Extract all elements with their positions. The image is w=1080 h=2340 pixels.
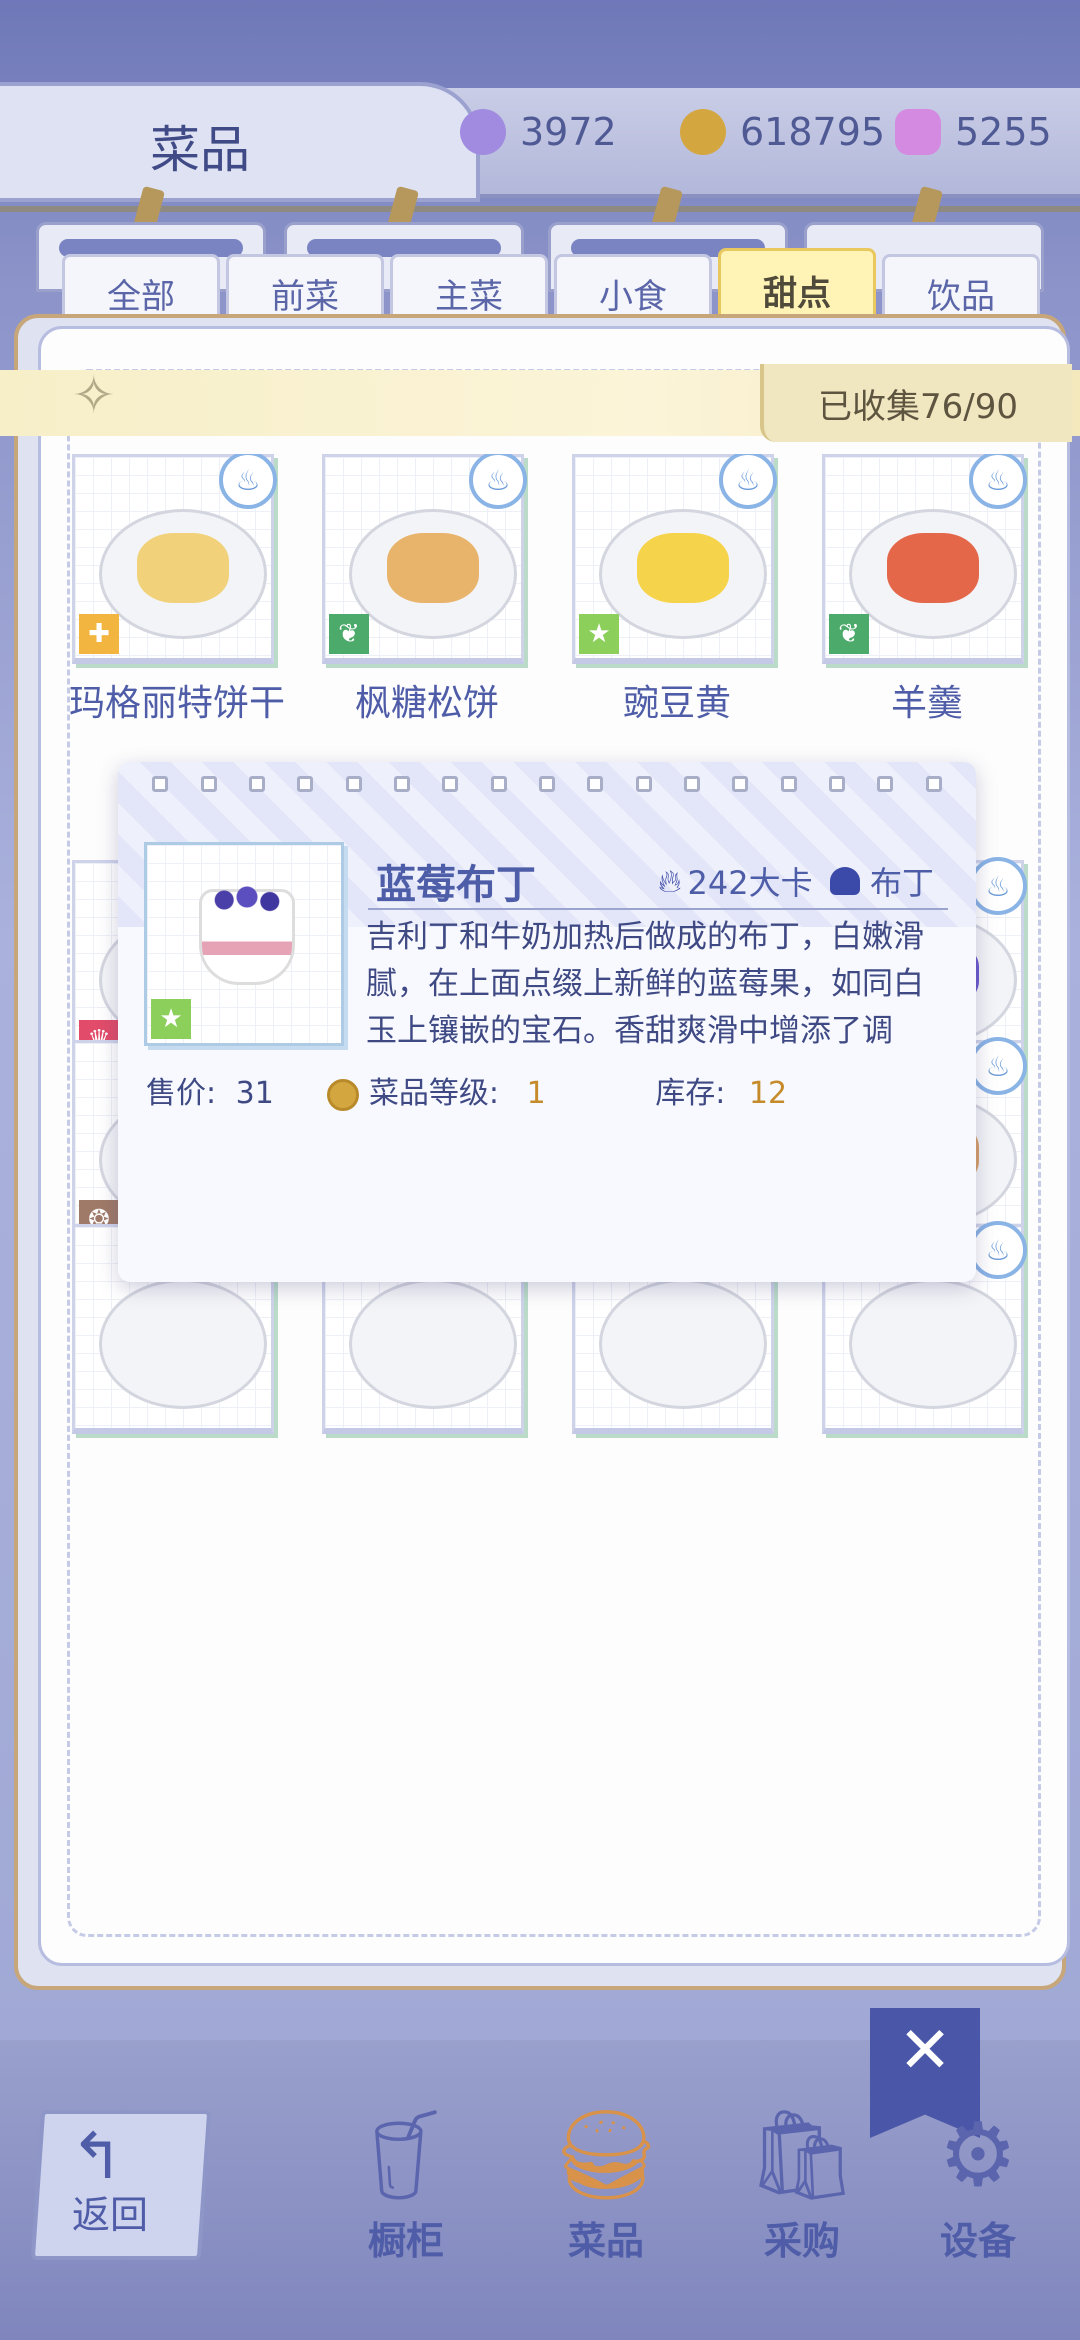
currency-gold: 618795	[680, 102, 885, 162]
back-arrow-icon: ↰	[70, 2120, 124, 2194]
level-label: 菜品等级:	[368, 1076, 500, 1111]
compass-star-icon: ✧	[72, 366, 116, 426]
cooking-pot-icon[interactable]: ♨	[219, 454, 277, 509]
category-value: 布丁	[870, 864, 935, 902]
dish-card[interactable]: ♨ ❦	[322, 454, 527, 664]
notebook-hole	[490, 776, 507, 792]
notebook-hole	[828, 776, 845, 792]
page-title: 菜品	[150, 121, 250, 179]
cooking-pot-icon[interactable]: ♨	[719, 454, 777, 509]
dish-card[interactable]: ♨✚	[72, 454, 277, 664]
notebook-hole	[248, 776, 265, 792]
swan-gem-icon	[895, 109, 941, 155]
currency-smiley: 3972	[460, 102, 617, 162]
nav-dishes[interactable]: 🍔︎ 菜品	[526, 2100, 686, 2280]
cabinet-icon: 🥤︎	[350, 2103, 462, 2206]
currency-value: 5255	[955, 110, 1052, 154]
notebook-hole	[732, 776, 749, 792]
gold-coin-icon	[327, 1078, 360, 1111]
equipment-icon: ⚙︎	[938, 2103, 1018, 2206]
popup-dish-image: ★	[144, 842, 344, 1046]
dish-food-image	[137, 533, 229, 603]
dish-food-image	[637, 533, 729, 603]
dish-card[interactable]: ♨★	[572, 454, 777, 664]
leaf-badge-icon: ❦	[329, 614, 369, 654]
back-label: 返回	[72, 2193, 149, 2237]
flame-icon: 🔥︎	[658, 861, 682, 900]
popup-calories: 🔥︎ 242大卡	[658, 858, 813, 904]
notebook-hole	[152, 776, 169, 792]
popup-category: 布丁	[830, 858, 934, 904]
nav-equipment[interactable]: ⚙︎ 设备	[898, 2100, 1058, 2280]
nav-label: 橱柜	[367, 2219, 444, 2263]
notebook-hole	[635, 776, 652, 792]
dish-plate	[849, 1279, 1017, 1409]
dish-food-image	[387, 533, 479, 603]
popup-description: 吉利丁和牛奶加热后做成的布丁，白嫩滑腻，在上面点缀上新鲜的蓝莓果，如同白玉上镶嵌…	[366, 919, 924, 1049]
notebook-hole	[538, 776, 555, 792]
dish-name: 羊羹	[890, 683, 963, 724]
collected-count: 已收集76/90	[760, 364, 1072, 442]
notebook-hole	[345, 776, 362, 792]
star-badge-icon: ★	[579, 614, 619, 654]
notebook-hole	[393, 776, 410, 792]
cooking-pot-icon[interactable]: ♨	[969, 857, 1027, 915]
notebook-hole	[925, 776, 942, 792]
cooking-pot-icon[interactable]: ♨	[969, 1221, 1027, 1279]
popup-dish-name: 蓝莓布丁	[376, 862, 536, 908]
stock-value: 12	[748, 1076, 788, 1111]
pudding-category-icon	[830, 867, 860, 895]
notebook-hole	[297, 776, 314, 792]
burger-icon: 🍔︎	[550, 2103, 662, 2206]
dish-card[interactable]: ♨ ❦	[822, 454, 1027, 664]
calories-value: 242大卡	[687, 864, 813, 902]
shopping-bag-icon: 🛍︎	[746, 2103, 858, 2206]
notebook-hole	[587, 776, 604, 792]
notebook-hole	[683, 776, 700, 792]
smiley-token-icon	[460, 109, 506, 155]
dish-plate	[349, 1279, 517, 1409]
divider	[368, 908, 948, 910]
blueberry-topping	[209, 885, 285, 915]
cooking-pot-icon[interactable]: ♨	[969, 1037, 1027, 1095]
dish-name: 豌豆黄	[622, 683, 731, 724]
star-badge-icon: ★	[151, 999, 191, 1039]
notebook-hole	[877, 776, 894, 792]
notebook-hole	[442, 776, 459, 792]
cooking-pot-icon[interactable]: ♨	[969, 454, 1027, 509]
notebook-hole	[200, 776, 217, 792]
stock-label: 库存:	[655, 1076, 726, 1111]
currency-value: 3972	[520, 110, 617, 154]
dish-name: 玛格丽特饼干	[68, 683, 285, 724]
puzzle-badge-icon: ✚	[79, 614, 119, 654]
nav-cabinet[interactable]: 🥤︎ 橱柜	[326, 2100, 486, 2280]
level-value: 1	[526, 1076, 546, 1111]
currency-gem[interactable]: 5255	[895, 102, 1052, 162]
cooking-pot-icon[interactable]: ♨	[469, 454, 527, 509]
dish-plate	[599, 1279, 767, 1409]
price-label: 售价:	[146, 1076, 217, 1111]
gold-coin-icon	[680, 109, 726, 155]
dish-detail-popup[interactable]: ★ 蓝莓布丁 🔥︎ 242大卡 布丁 吉利丁和牛奶加热后做成的布丁，白嫩滑腻，在…	[118, 762, 976, 1282]
nav-label: 菜品	[567, 2219, 644, 2263]
nav-purchase[interactable]: 🛍︎ 采购	[722, 2100, 882, 2280]
currency-value: 618795	[740, 110, 886, 154]
leaf-badge-icon: ❦	[829, 614, 869, 654]
notebook-holes	[118, 776, 976, 792]
dish-name: 枫糖松饼	[354, 683, 499, 724]
nav-label: 设备	[939, 2219, 1016, 2263]
popup-stats: 售价: 31 菜品等级: 1 库存: 12	[146, 1068, 787, 1112]
dish-food-image	[887, 533, 979, 603]
price-value: 31	[235, 1076, 274, 1111]
notebook-hole	[780, 776, 797, 792]
dish-plate	[99, 1279, 267, 1409]
nav-label: 采购	[763, 2219, 840, 2263]
